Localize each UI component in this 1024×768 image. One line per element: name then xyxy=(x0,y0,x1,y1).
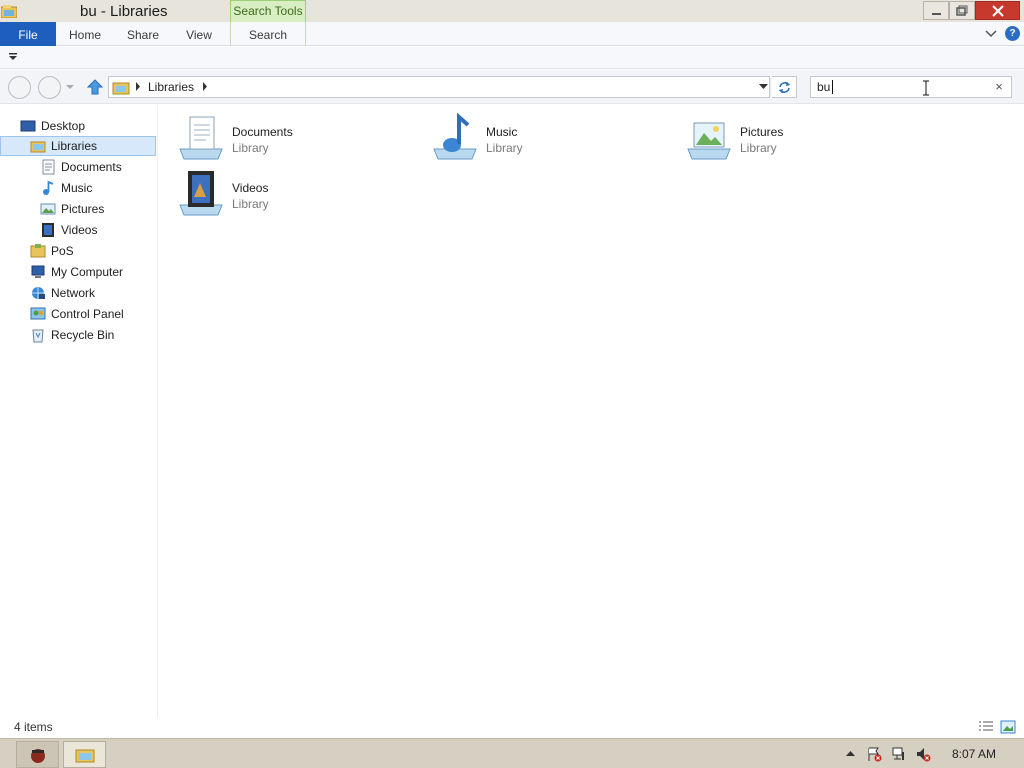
close-icon xyxy=(991,5,1004,17)
videos-icon xyxy=(42,223,54,237)
breadcrumb-libraries[interactable]: Libraries xyxy=(148,80,194,94)
status-bar: 4 items xyxy=(0,717,1024,737)
address-bar[interactable]: Libraries xyxy=(108,76,770,98)
forward-button[interactable] xyxy=(38,76,61,99)
library-kind: Library xyxy=(232,141,269,155)
taskbar-file-explorer-button[interactable] xyxy=(63,741,106,768)
recycle-bin-icon xyxy=(32,329,44,343)
item-count: 4 items xyxy=(14,720,53,734)
library-name: Documents xyxy=(232,125,293,139)
sidebar-item-network[interactable]: Network xyxy=(0,283,156,303)
search-tools-group-label: Search Tools xyxy=(230,0,306,22)
refresh-icon xyxy=(778,82,790,93)
taskbar-clock[interactable]: 8:07 AM xyxy=(952,747,996,761)
library-item-pictures[interactable]: Pictures Library xyxy=(684,113,924,165)
action-center-flag-icon[interactable] xyxy=(866,746,882,762)
details-view-icon[interactable] xyxy=(978,720,994,734)
sidebar-item-control-panel[interactable]: Control Panel xyxy=(0,304,156,324)
clear-search-button[interactable]: × xyxy=(991,79,1007,95)
pictures-library-icon xyxy=(687,122,731,160)
show-hidden-icons-icon[interactable] xyxy=(846,750,855,756)
sidebar-item-recycle-bin[interactable]: Recycle Bin xyxy=(0,325,156,345)
file-explorer-icon xyxy=(75,749,94,763)
ribbon-tab-row: File Home Share View Search ? xyxy=(0,22,1024,46)
library-kind: Library xyxy=(740,141,777,155)
desktop-icon xyxy=(20,120,36,132)
minimize-icon xyxy=(932,13,941,15)
documents-icon xyxy=(42,159,55,175)
app-icon xyxy=(30,749,45,763)
tab-file[interactable]: File xyxy=(0,22,56,46)
file-list: Documents Library Music Library Pictures… xyxy=(159,105,1024,717)
taskbar: 8:07 AM xyxy=(0,738,1024,768)
search-input-text: bu xyxy=(817,80,831,94)
sidebar-item-music[interactable]: Music xyxy=(0,178,156,198)
library-item-documents[interactable]: Documents Library xyxy=(176,113,416,165)
restore-icon xyxy=(956,5,968,16)
sidebar-item-pos[interactable]: PoS xyxy=(0,241,156,261)
music-icon xyxy=(43,180,54,195)
navigation-bar: Libraries bu × xyxy=(0,70,1024,104)
breadcrumb-arrow-icon[interactable] xyxy=(135,82,141,91)
libraries-icon xyxy=(30,141,46,153)
back-button[interactable] xyxy=(8,76,31,99)
videos-library-icon xyxy=(179,171,223,216)
address-dropdown-icon[interactable] xyxy=(759,84,768,90)
up-arrow-icon[interactable] xyxy=(86,78,104,96)
network-status-icon[interactable] xyxy=(891,746,907,762)
library-item-videos[interactable]: Videos Library xyxy=(176,169,416,221)
library-kind: Library xyxy=(486,141,523,155)
library-name: Pictures xyxy=(740,125,784,139)
text-caret xyxy=(832,80,833,94)
taskbar-app-button[interactable] xyxy=(16,741,59,768)
search-input[interactable]: bu × xyxy=(810,76,1012,98)
window-title: bu - Libraries xyxy=(80,3,168,20)
folder-icon xyxy=(30,244,46,258)
tab-home[interactable]: Home xyxy=(56,22,114,46)
large-icons-view-icon[interactable] xyxy=(1000,720,1016,734)
sidebar-item-documents[interactable]: Documents xyxy=(0,157,156,177)
breadcrumb-arrow-icon[interactable] xyxy=(202,82,208,91)
refresh-button[interactable] xyxy=(772,76,797,98)
library-name: Videos xyxy=(232,181,269,195)
minimize-button[interactable] xyxy=(923,1,949,20)
recent-locations-icon[interactable] xyxy=(66,85,74,90)
close-button[interactable] xyxy=(975,1,1020,20)
help-icon[interactable]: ? xyxy=(1005,26,1020,41)
sidebar-item-pictures[interactable]: Pictures xyxy=(0,199,156,219)
sidebar-item-my-computer[interactable]: My Computer xyxy=(0,262,156,282)
music-library-icon xyxy=(433,113,477,160)
documents-library-icon xyxy=(179,116,223,160)
navigation-pane: Desktop Libraries Documents Music Pictur… xyxy=(0,105,158,717)
libraries-icon xyxy=(112,82,130,95)
ibeam-cursor-icon xyxy=(923,80,929,96)
sidebar-item-videos[interactable]: Videos xyxy=(0,220,156,240)
explorer-app-icon[interactable] xyxy=(1,4,17,18)
pictures-icon xyxy=(40,203,56,215)
volume-muted-icon[interactable] xyxy=(915,746,931,762)
customize-toolbar-icon[interactable] xyxy=(8,53,18,61)
control-panel-icon xyxy=(30,307,46,320)
tab-share[interactable]: Share xyxy=(114,22,172,46)
library-name: Music xyxy=(486,125,518,139)
title-bar: bu - Libraries Search Tools xyxy=(0,0,1024,22)
tab-search[interactable]: Search xyxy=(230,22,306,46)
quick-access-toolbar xyxy=(0,47,1024,69)
library-kind: Library xyxy=(232,197,269,211)
computer-icon xyxy=(31,265,45,278)
expand-ribbon-icon[interactable] xyxy=(984,28,998,40)
sidebar-item-libraries[interactable]: Libraries xyxy=(0,136,156,156)
library-item-music[interactable]: Music Library xyxy=(430,113,670,165)
network-icon xyxy=(32,287,45,299)
sidebar-item-desktop[interactable]: Desktop xyxy=(0,116,156,136)
tab-view[interactable]: View xyxy=(172,22,226,46)
restore-button[interactable] xyxy=(949,1,975,20)
